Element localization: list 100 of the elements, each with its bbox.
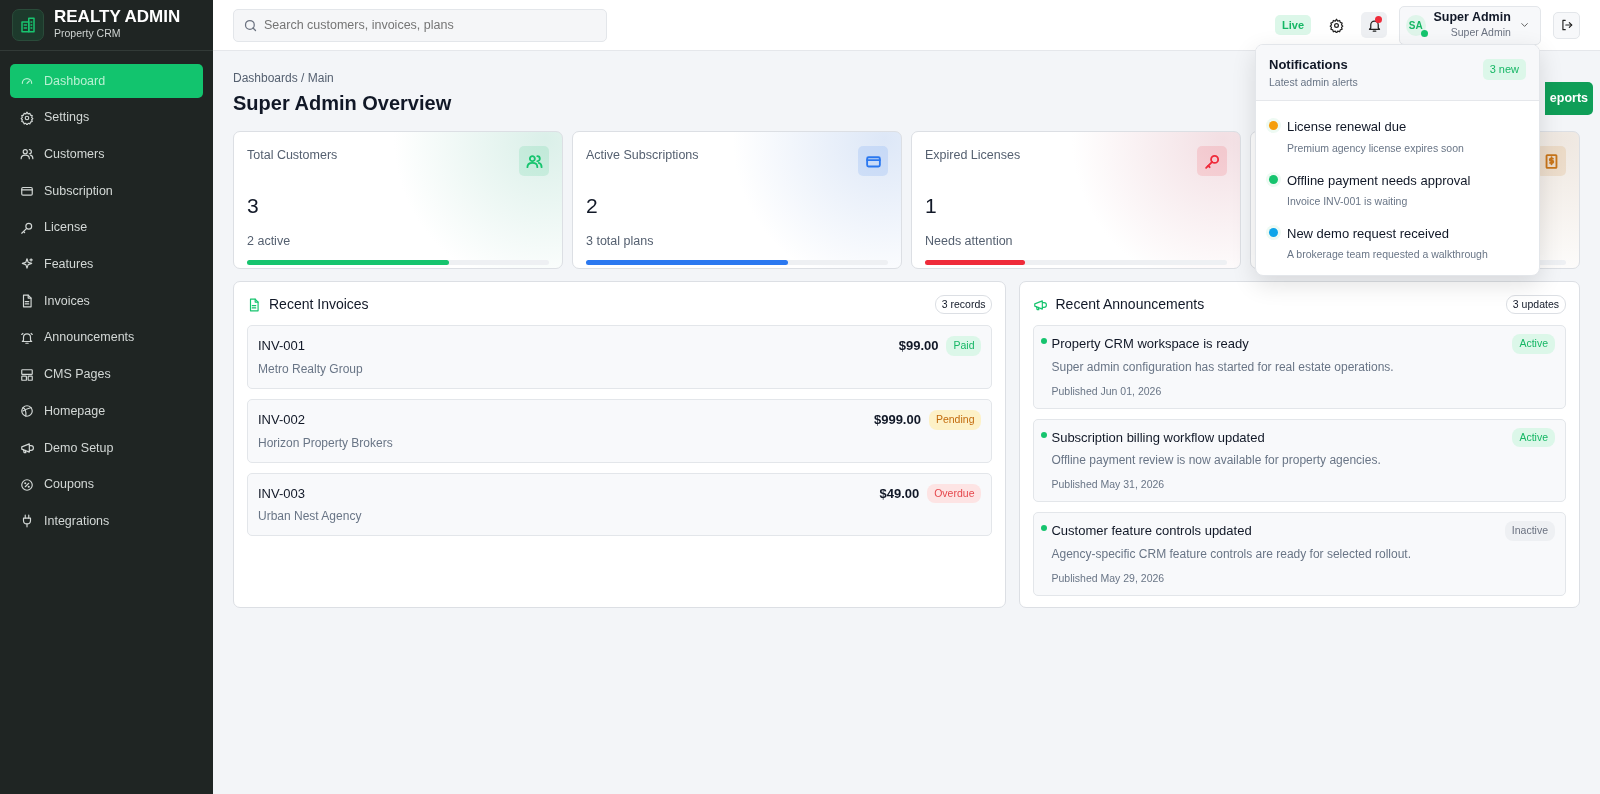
document-icon	[20, 294, 34, 309]
stat-note: Needs attention	[925, 232, 1014, 250]
notification-title: License renewal due	[1287, 118, 1408, 137]
logo-icon	[12, 9, 44, 41]
dropdown-subtitle: Latest admin alerts	[1269, 74, 1358, 90]
panel-title: Recent Announcements	[1055, 295, 1205, 314]
status-badge: Pending	[928, 409, 982, 430]
publish-date: Published May 29, 2026	[1051, 570, 1166, 586]
stat-label: Expired Licenses	[925, 147, 1021, 164]
stat-label: Active Subscriptions	[586, 147, 699, 164]
sidebar-item[interactable]: License	[10, 210, 203, 245]
status-dot	[1041, 338, 1048, 344]
sidebar-item[interactable]: Features	[10, 247, 203, 282]
sidebar-item[interactable]: Coupons	[10, 467, 203, 502]
key-icon	[20, 220, 34, 235]
sidebar-item[interactable]: Integrations	[10, 504, 203, 539]
status-badge: Inactive	[1504, 521, 1555, 541]
sidebar-item[interactable]: Subscription	[10, 174, 203, 209]
brand-subtitle: Property CRM	[54, 26, 122, 42]
stat-value: 3	[247, 193, 260, 219]
publish-date: Published Jun 01, 2026	[1051, 383, 1163, 399]
status-badge: Active	[1512, 334, 1555, 354]
user-role: Super Admin	[1449, 24, 1511, 40]
new-count-badge: 3 new	[1482, 59, 1526, 80]
status-badge: Active	[1512, 427, 1555, 448]
invoice-row[interactable]: INV-003 $49.00 Overdue Urban Nest Agency	[247, 472, 993, 537]
announcement-card[interactable]: Customer feature controls updated Inactive Agency-specific CRM feature controls are ready for selected rollout. Published May 29, 2026	[1033, 512, 1566, 596]
stat-note: 3 total plans	[586, 232, 655, 250]
megaphone-icon	[20, 440, 34, 455]
stat-label: Total Customers	[247, 147, 338, 164]
notification-item[interactable]: Offline payment needs approval Invoice INV-001 is waiting	[1256, 160, 1539, 214]
credit-card-icon	[20, 184, 34, 199]
globe-icon	[20, 404, 34, 419]
sidebar-item[interactable]: Invoices	[10, 284, 203, 319]
customer-name: Urban Nest Agency	[258, 508, 363, 526]
customer-name: Metro Realty Group	[258, 360, 364, 378]
plug-icon	[20, 514, 34, 529]
invoice-amount: $49.00	[879, 484, 920, 503]
status-badge: Live	[1275, 14, 1311, 36]
invoice-number: INV-003	[258, 484, 305, 503]
status-dot	[1041, 525, 1048, 531]
invoice-amount: $999.00	[873, 410, 921, 429]
document-icon	[247, 297, 261, 312]
page-title: Super Admin Overview	[233, 91, 452, 115]
invoice-number: INV-002	[258, 410, 305, 429]
bell-icon	[1366, 17, 1382, 33]
stat-value: 2	[586, 193, 599, 219]
search-field[interactable]: Search customers, invoices, plans	[233, 8, 607, 42]
announcement-title: Property CRM workspace is ready	[1051, 335, 1249, 354]
status-dot	[1041, 431, 1048, 438]
invoice-number: INV-001	[258, 337, 305, 356]
notification-title: New demo request received	[1287, 224, 1450, 243]
sidebar-item[interactable]: CMS Pages	[10, 357, 203, 392]
publish-date: Published May 31, 2026	[1051, 477, 1166, 493]
notification-detail: A brokerage team requested a walkthrough	[1287, 247, 1488, 263]
avatar: SA	[1406, 14, 1426, 36]
layout-icon	[20, 367, 34, 382]
sidebar-item[interactable]: Announcements	[10, 320, 203, 355]
key-icon	[1203, 152, 1221, 170]
status-badge: Paid	[946, 336, 982, 356]
announcement-card[interactable]: Subscription billing workflow updated Active Offline payment review is now available for property agencies. Published May 31, 2026	[1033, 418, 1566, 502]
invoice-amount: $99.00	[898, 337, 939, 356]
announcement-card[interactable]: Property CRM workspace is ready Active Super admin configuration has started for real estate operations. Published Jun 01, 2026	[1033, 325, 1566, 409]
panel-title: Recent Invoices	[269, 295, 369, 314]
sidebar-item[interactable]: Customers	[10, 137, 203, 172]
announcement-body: Super admin configuration has started for real estate operations.	[1051, 358, 1395, 376]
users-icon	[20, 147, 34, 162]
announcement-title: Subscription billing workflow updated	[1051, 428, 1265, 447]
dropdown-title: Notifications	[1269, 56, 1349, 74]
stat-note: 2 active	[247, 232, 292, 250]
announcement-title: Customer feature controls updated	[1051, 522, 1252, 541]
user-name: Super Admin	[1433, 9, 1511, 25]
notification-item[interactable]: License renewal due Premium agency license expires soon	[1256, 107, 1539, 161]
percent-icon	[20, 477, 34, 492]
sidebar-item[interactable]: Settings	[10, 100, 203, 135]
users-icon	[525, 152, 543, 170]
settings-icon	[1328, 17, 1344, 33]
megaphone-icon	[1033, 297, 1048, 312]
brand-title: REALTY ADMIN	[54, 7, 181, 27]
notification-item[interactable]: New demo request received A brokerage team requested a walkthrough	[1256, 213, 1539, 267]
stat-value: 1	[925, 193, 938, 219]
sidebar-item[interactable]: Demo Setup	[10, 430, 203, 465]
settings-icon	[20, 110, 34, 125]
customer-name: Horizon Property Brokers	[258, 434, 394, 452]
count-badge: 3 updates	[1505, 294, 1566, 315]
notifications-button[interactable]	[1361, 12, 1387, 38]
status-badge: Overdue	[927, 483, 982, 504]
announcement-body: Offline payment review is now available for property agencies.	[1051, 452, 1382, 470]
breadcrumb-text: Dashboards / Main	[233, 70, 335, 87]
search-icon	[243, 17, 258, 33]
notification-detail: Premium agency license expires soon	[1287, 140, 1464, 156]
logout-button[interactable]	[1553, 11, 1580, 39]
logout-icon	[1559, 18, 1574, 32]
count-badge: 3 records	[934, 294, 993, 315]
bell-icon	[20, 330, 34, 345]
sidebar-item[interactable]: Homepage	[10, 394, 203, 429]
invoice-row[interactable]: INV-001 $99.00 Paid Metro Realty Group	[247, 325, 993, 389]
notification-detail: Invoice INV-001 is waiting	[1287, 194, 1409, 209]
invoice-row[interactable]: INV-002 $999.00 Pending Horizon Property Brokers	[247, 398, 993, 463]
announcement-body: Agency-specific CRM feature controls are ready for selected rollout.	[1051, 545, 1412, 563]
